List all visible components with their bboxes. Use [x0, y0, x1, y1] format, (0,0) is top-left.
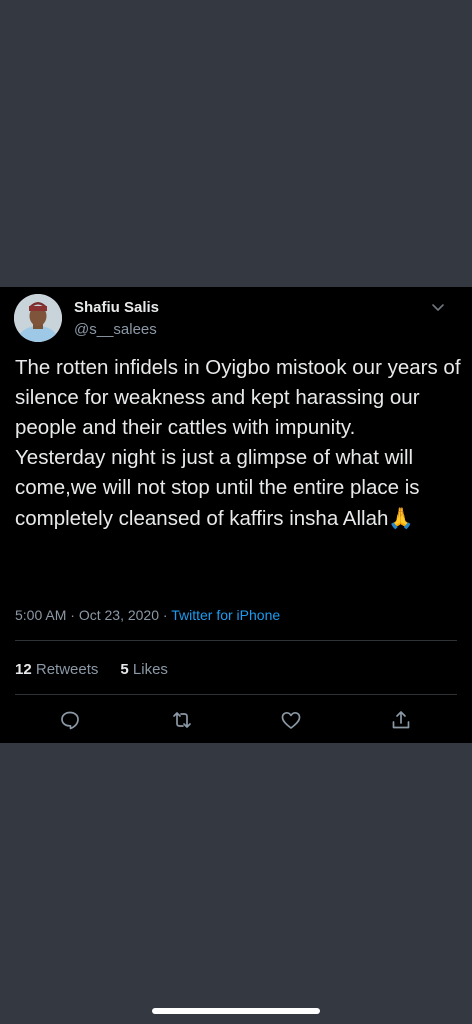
- likes-label: Likes: [132, 661, 168, 678]
- tweet-text: The rotten infidels in Oyigbo mistook ou…: [15, 353, 463, 534]
- retweets-stat[interactable]: 12 Retweets: [15, 661, 98, 678]
- retweets-count: 12: [15, 661, 32, 678]
- divider: [15, 640, 457, 641]
- likes-count: 5: [120, 661, 129, 678]
- tweet-body: The rotten infidels in Oyigbo mistook ou…: [15, 356, 461, 530]
- avatar[interactable]: [14, 294, 62, 342]
- meta-separator: ·: [162, 607, 168, 623]
- likes-stat[interactable]: 5 Likes: [120, 661, 168, 678]
- divider: [15, 694, 457, 695]
- tweet-card: Shafiu Salis @s__salees The rotten infid…: [0, 287, 472, 743]
- avatar-image: [14, 294, 62, 342]
- tweet-source-link[interactable]: Twitter for iPhone: [171, 607, 280, 623]
- reply-icon[interactable]: [58, 708, 82, 732]
- tweet-date: Oct 23, 2020: [78, 607, 159, 623]
- author-handle[interactable]: @s__salees: [74, 321, 157, 338]
- praying-hands-emoji: 🙏: [388, 506, 414, 530]
- retweet-icon[interactable]: [170, 708, 194, 732]
- chevron-down-icon[interactable]: [428, 299, 448, 315]
- tweet-meta: 5:00 AM · Oct 23, 2020 · Twitter for iPh…: [15, 607, 280, 623]
- tweet-stats: 12 Retweets 5 Likes: [15, 661, 168, 678]
- share-icon[interactable]: [389, 708, 413, 732]
- tweet-time: 5:00 AM: [15, 607, 67, 623]
- author-display-name[interactable]: Shafiu Salis: [74, 299, 159, 316]
- meta-separator: ·: [70, 607, 75, 623]
- retweets-label: Retweets: [35, 661, 99, 678]
- home-indicator[interactable]: [152, 1008, 320, 1014]
- like-icon[interactable]: [279, 708, 303, 732]
